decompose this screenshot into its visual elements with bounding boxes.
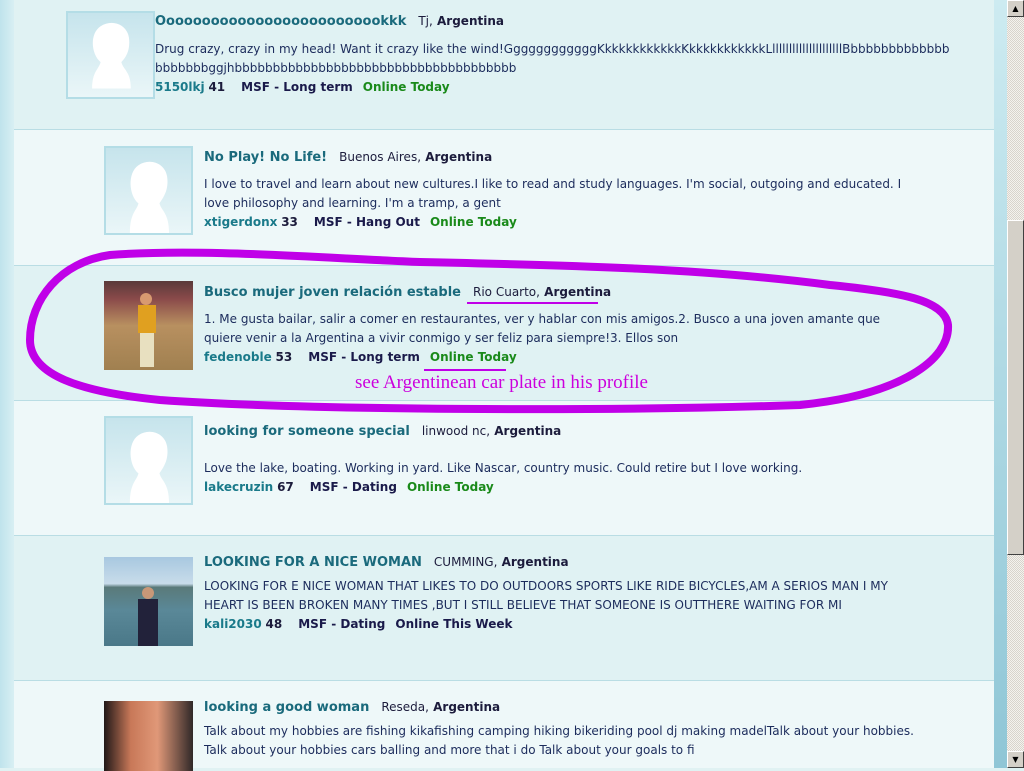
scroll-down-button[interactable]: ▼ — [1007, 751, 1024, 768]
annotation-text: see Argentinean car plate in his profile — [355, 372, 648, 393]
vertical-scrollbar[interactable]: ▲ ▼ — [1007, 0, 1024, 768]
scroll-thumb[interactable] — [1007, 220, 1024, 555]
scroll-up-button[interactable]: ▲ — [1007, 0, 1024, 17]
